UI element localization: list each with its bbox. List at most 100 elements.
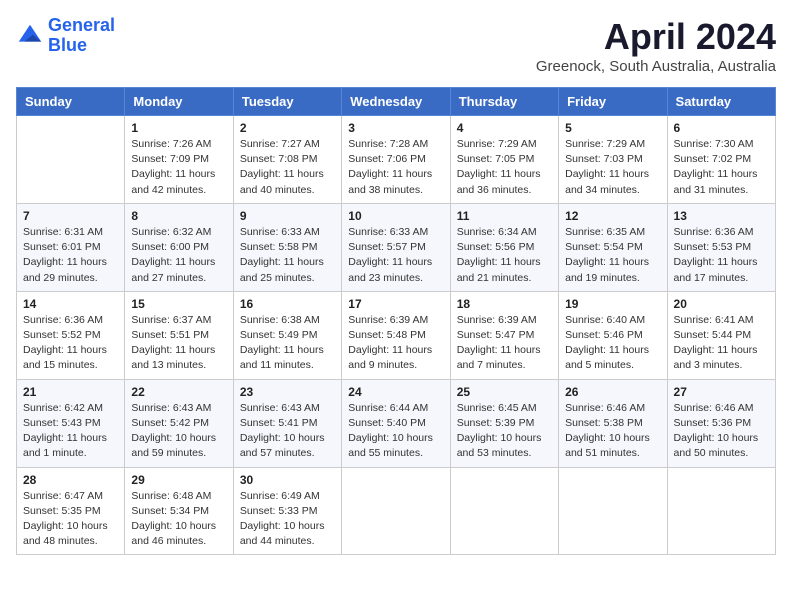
weekday-header: Tuesday <box>233 88 341 116</box>
day-number: 17 <box>348 297 443 311</box>
calendar-week-row: 21 Sunrise: 6:42 AMSunset: 5:43 PMDayligh… <box>17 379 776 467</box>
day-info: Sunrise: 7:26 AMSunset: 7:09 PMDaylight:… <box>131 137 226 198</box>
day-info: Sunrise: 6:38 AMSunset: 5:49 PMDaylight:… <box>240 313 335 374</box>
day-info: Sunrise: 6:34 AMSunset: 5:56 PMDaylight:… <box>457 225 552 286</box>
day-number: 11 <box>457 209 552 223</box>
weekday-header: Saturday <box>667 88 775 116</box>
day-number: 30 <box>240 473 335 487</box>
day-number: 1 <box>131 121 226 135</box>
day-number: 14 <box>23 297 118 311</box>
day-number: 3 <box>348 121 443 135</box>
day-info: Sunrise: 6:36 AMSunset: 5:53 PMDaylight:… <box>674 225 769 286</box>
logo-line2: Blue <box>48 35 87 55</box>
day-info: Sunrise: 6:31 AMSunset: 6:01 PMDaylight:… <box>23 225 118 286</box>
day-number: 16 <box>240 297 335 311</box>
day-info: Sunrise: 6:42 AMSunset: 5:43 PMDaylight:… <box>23 401 118 462</box>
calendar-cell <box>342 467 450 555</box>
calendar-cell: 21 Sunrise: 6:42 AMSunset: 5:43 PMDayligh… <box>17 379 125 467</box>
day-number: 15 <box>131 297 226 311</box>
day-info: Sunrise: 6:39 AMSunset: 5:48 PMDaylight:… <box>348 313 443 374</box>
calendar-cell: 6Sunrise: 7:30 AMSunset: 7:02 PMDaylight… <box>667 116 775 204</box>
day-info: Sunrise: 6:44 AMSunset: 5:40 PMDaylight:… <box>348 401 443 462</box>
day-info: Sunrise: 6:45 AMSunset: 5:39 PMDaylight:… <box>457 401 552 462</box>
calendar-cell: 16 Sunrise: 6:38 AMSunset: 5:49 PMDayligh… <box>233 291 341 379</box>
day-number: 22 <box>131 385 226 399</box>
day-number: 10 <box>348 209 443 223</box>
calendar-cell <box>17 116 125 204</box>
day-info: Sunrise: 7:27 AMSunset: 7:08 PMDaylight:… <box>240 137 335 198</box>
day-number: 6 <box>674 121 769 135</box>
calendar-cell: 7 Sunrise: 6:31 AMSunset: 6:01 PMDaylight… <box>17 203 125 291</box>
day-info: Sunrise: 6:41 AMSunset: 5:44 PMDaylight:… <box>674 313 769 374</box>
day-info: Sunrise: 6:46 AMSunset: 5:36 PMDaylight:… <box>674 401 769 462</box>
day-info: Sunrise: 6:46 AMSunset: 5:38 PMDaylight:… <box>565 401 660 462</box>
calendar-cell: 29 Sunrise: 6:48 AMSunset: 5:34 PMDayligh… <box>125 467 233 555</box>
day-info: Sunrise: 6:48 AMSunset: 5:34 PMDaylight:… <box>131 489 226 550</box>
day-number: 18 <box>457 297 552 311</box>
calendar-cell: 19 Sunrise: 6:40 AMSunset: 5:46 PMDayligh… <box>559 291 667 379</box>
logo-icon <box>16 22 44 50</box>
calendar-cell: 13 Sunrise: 6:36 AMSunset: 5:53 PMDayligh… <box>667 203 775 291</box>
logo: General Blue <box>16 16 115 56</box>
weekday-header: Thursday <box>450 88 558 116</box>
calendar-cell: 30 Sunrise: 6:49 AMSunset: 5:33 PMDayligh… <box>233 467 341 555</box>
calendar-cell: 8 Sunrise: 6:32 AMSunset: 6:00 PMDaylight… <box>125 203 233 291</box>
page-header: General Blue April 2024 Greenock, South … <box>16 16 776 75</box>
day-info: Sunrise: 6:36 AMSunset: 5:52 PMDaylight:… <box>23 313 118 374</box>
day-number: 28 <box>23 473 118 487</box>
day-info: Sunrise: 6:43 AMSunset: 5:42 PMDaylight:… <box>131 401 226 462</box>
day-info: Sunrise: 6:33 AMSunset: 5:58 PMDaylight:… <box>240 225 335 286</box>
day-number: 12 <box>565 209 660 223</box>
day-info: Sunrise: 6:39 AMSunset: 5:47 PMDaylight:… <box>457 313 552 374</box>
logo-text: General Blue <box>48 16 115 56</box>
day-number: 2 <box>240 121 335 135</box>
calendar-week-row: 14 Sunrise: 6:36 AMSunset: 5:52 PMDayligh… <box>17 291 776 379</box>
weekday-header: Monday <box>125 88 233 116</box>
day-number: 26 <box>565 385 660 399</box>
calendar-cell: 5Sunrise: 7:29 AMSunset: 7:03 PMDaylight… <box>559 116 667 204</box>
weekday-header: Sunday <box>17 88 125 116</box>
calendar-cell: 12 Sunrise: 6:35 AMSunset: 5:54 PMDayligh… <box>559 203 667 291</box>
weekday-header-row: SundayMondayTuesdayWednesdayThursdayFrid… <box>17 88 776 116</box>
day-number: 13 <box>674 209 769 223</box>
month-title: April 2024 <box>536 16 776 58</box>
day-info: Sunrise: 6:32 AMSunset: 6:00 PMDaylight:… <box>131 225 226 286</box>
day-info: Sunrise: 6:33 AMSunset: 5:57 PMDaylight:… <box>348 225 443 286</box>
calendar-cell <box>667 467 775 555</box>
calendar-cell: 27 Sunrise: 6:46 AMSunset: 5:36 PMDayligh… <box>667 379 775 467</box>
day-number: 9 <box>240 209 335 223</box>
calendar-cell: 4Sunrise: 7:29 AMSunset: 7:05 PMDaylight… <box>450 116 558 204</box>
day-number: 21 <box>23 385 118 399</box>
calendar-cell: 9 Sunrise: 6:33 AMSunset: 5:58 PMDaylight… <box>233 203 341 291</box>
day-info: Sunrise: 6:47 AMSunset: 5:35 PMDaylight:… <box>23 489 118 550</box>
weekday-header: Wednesday <box>342 88 450 116</box>
location-subtitle: Greenock, South Australia, Australia <box>536 58 776 75</box>
day-info: Sunrise: 6:40 AMSunset: 5:46 PMDaylight:… <box>565 313 660 374</box>
calendar-cell <box>450 467 558 555</box>
day-number: 27 <box>674 385 769 399</box>
calendar-cell: 26 Sunrise: 6:46 AMSunset: 5:38 PMDayligh… <box>559 379 667 467</box>
day-info: Sunrise: 6:49 AMSunset: 5:33 PMDaylight:… <box>240 489 335 550</box>
day-number: 29 <box>131 473 226 487</box>
day-number: 5 <box>565 121 660 135</box>
day-number: 7 <box>23 209 118 223</box>
logo-line1: General <box>48 15 115 35</box>
calendar-cell: 20Sunrise: 6:41 AMSunset: 5:44 PMDayligh… <box>667 291 775 379</box>
day-info: Sunrise: 6:35 AMSunset: 5:54 PMDaylight:… <box>565 225 660 286</box>
calendar-week-row: 28 Sunrise: 6:47 AMSunset: 5:35 PMDayligh… <box>17 467 776 555</box>
calendar-cell: 18 Sunrise: 6:39 AMSunset: 5:47 PMDayligh… <box>450 291 558 379</box>
day-number: 23 <box>240 385 335 399</box>
calendar-cell: 22 Sunrise: 6:43 AMSunset: 5:42 PMDayligh… <box>125 379 233 467</box>
day-number: 8 <box>131 209 226 223</box>
calendar-cell: 10 Sunrise: 6:33 AMSunset: 5:57 PMDayligh… <box>342 203 450 291</box>
weekday-header: Friday <box>559 88 667 116</box>
day-number: 24 <box>348 385 443 399</box>
calendar-cell: 2 Sunrise: 7:27 AMSunset: 7:08 PMDaylight… <box>233 116 341 204</box>
calendar-cell: 23Sunrise: 6:43 AMSunset: 5:41 PMDayligh… <box>233 379 341 467</box>
day-number: 19 <box>565 297 660 311</box>
calendar-cell: 24 Sunrise: 6:44 AMSunset: 5:40 PMDayligh… <box>342 379 450 467</box>
calendar-table: SundayMondayTuesdayWednesdayThursdayFrid… <box>16 87 776 555</box>
calendar-cell: 17 Sunrise: 6:39 AMSunset: 5:48 PMDayligh… <box>342 291 450 379</box>
day-info: Sunrise: 7:29 AMSunset: 7:05 PMDaylight:… <box>457 137 552 198</box>
calendar-cell: 15Sunrise: 6:37 AMSunset: 5:51 PMDayligh… <box>125 291 233 379</box>
